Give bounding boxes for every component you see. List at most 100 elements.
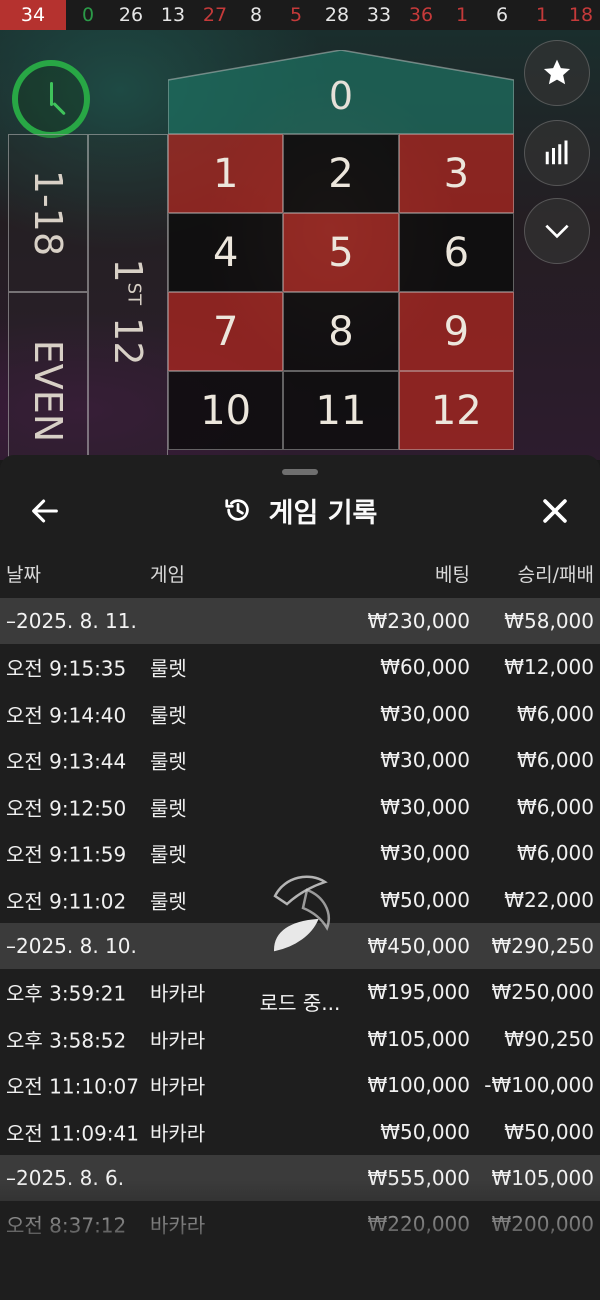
sheet-header: 게임 기록: [0, 480, 600, 540]
row-win-loss: ₩6,000: [516, 794, 594, 819]
bet-even[interactable]: EVEN: [8, 292, 88, 460]
statistics-button[interactable]: [524, 120, 590, 186]
row-win-loss: ₩12,000: [504, 655, 594, 680]
row-win-loss: -₩100,000: [484, 1073, 594, 1098]
row-win-loss: ₩200,000: [491, 1212, 594, 1237]
number-cell-1[interactable]: 1: [168, 134, 284, 213]
row-bet: ₩30,000: [380, 701, 470, 726]
row-bet: ₩30,000: [380, 841, 470, 866]
bet-1-18[interactable]: 1-18: [8, 134, 88, 292]
number-cell-6[interactable]: 6: [398, 213, 514, 292]
row-bet: ₩30,000: [380, 748, 470, 773]
row-time: 오전 9:12:50: [6, 796, 127, 821]
row-time: 오전 9:15:35: [6, 656, 127, 681]
row-win-loss: ₩250,000: [491, 980, 594, 1005]
zero-cell[interactable]: 0: [168, 50, 514, 134]
bet-1st-12[interactable]: 1ST 12: [88, 134, 168, 460]
group-bet-total: ₩230,000: [367, 609, 470, 633]
loading-text: 로드 중...: [259, 991, 341, 1015]
group-bet-total: ₩450,000: [367, 934, 470, 958]
zero-label: 0: [328, 74, 354, 118]
row-time: 오전 11:10:07: [6, 1074, 139, 1099]
row-game: 룰렛: [150, 889, 187, 914]
result-history-strip: 34 0 26 13 27 8 5 28 33 36 1 6 1 18: [0, 0, 600, 30]
history-row[interactable]: 오전 8:37:12 바카라 ₩220,000 ₩200,000: [0, 1201, 600, 1248]
row-bet: ₩195,000: [367, 980, 470, 1005]
row-time: 오전 9:11:02: [6, 889, 127, 914]
back-button[interactable]: [28, 494, 62, 528]
number-cell-11[interactable]: 11: [283, 371, 399, 450]
number-cell-4[interactable]: 4: [168, 213, 284, 292]
collapse-button[interactable]: [524, 198, 590, 264]
column-header-bet: 베팅: [435, 564, 470, 586]
stats-icon: [545, 140, 568, 165]
group-win-total: ₩290,250: [491, 934, 594, 958]
row-win-loss: ₩22,000: [504, 887, 594, 912]
bet-1-18-label: 1-18: [26, 169, 70, 257]
group-date: –2025. 8. 6.: [6, 1166, 125, 1190]
row-time: 오전 11:09:41: [6, 1121, 139, 1146]
history-result: 28: [324, 4, 350, 26]
bet-even-label: EVEN: [26, 339, 70, 443]
history-result: 8: [249, 4, 263, 26]
sheet-drag-handle[interactable]: [282, 469, 318, 475]
number-cell-2[interactable]: 2: [283, 134, 399, 213]
history-result: 18: [568, 4, 594, 26]
row-time: 오후 3:58:52: [6, 1028, 127, 1053]
row-game: 룰렛: [150, 703, 187, 728]
history-result-current: 34: [0, 0, 66, 30]
group-date: –2025. 8. 10.: [6, 934, 137, 958]
row-win-loss: ₩90,250: [504, 1026, 594, 1051]
history-result: 1: [455, 4, 469, 26]
row-bet: ₩105,000: [367, 1026, 470, 1051]
number-cell-8[interactable]: 8: [283, 292, 399, 371]
history-result: 27: [202, 4, 228, 26]
number-cell-3[interactable]: 3: [398, 134, 514, 213]
row-time: 오전 9:13:44: [6, 749, 127, 774]
row-game: 룰렛: [150, 749, 187, 774]
row-game: 바카라: [150, 981, 206, 1006]
number-cell-5[interactable]: 5: [283, 213, 399, 292]
row-game: 룰렛: [150, 842, 187, 867]
row-time: 오전 9:14:40: [6, 703, 127, 728]
loading-spinner-icon: [255, 868, 345, 958]
history-result: 1: [535, 4, 549, 26]
date-group-header[interactable]: –2025. 8. 6. ₩555,000 ₩105,000: [0, 1155, 600, 1201]
row-bet: ₩100,000: [367, 1073, 470, 1098]
row-bet: ₩50,000: [380, 1119, 470, 1144]
close-button[interactable]: [538, 494, 572, 528]
column-header-game: 게임: [150, 564, 185, 586]
sheet-title: 게임 기록: [268, 497, 378, 529]
history-result: 33: [366, 4, 392, 26]
history-row[interactable]: 오전 9:12:50 룰렛 ₩30,000 ₩6,000: [0, 784, 600, 831]
number-cell-10[interactable]: 10: [168, 371, 284, 450]
history-row[interactable]: 오전 9:13:44 룰렛 ₩30,000 ₩6,000: [0, 737, 600, 784]
history-result: 26: [118, 4, 144, 26]
close-icon: [543, 499, 567, 523]
history-row[interactable]: 오전 11:10:07 바카라 ₩100,000 -₩100,000: [0, 1062, 600, 1109]
history-row[interactable]: 오전 9:15:35 룰렛 ₩60,000 ₩12,000: [0, 644, 600, 691]
group-win-total: ₩105,000: [491, 1166, 594, 1190]
row-game: 바카라: [150, 1121, 206, 1146]
history-result: 6: [495, 4, 509, 26]
favorites-button[interactable]: [524, 40, 590, 106]
group-date: –2025. 8. 11.: [6, 609, 137, 633]
number-cell-7[interactable]: 7: [168, 292, 284, 371]
history-row[interactable]: 오전 9:14:40 룰렛 ₩30,000 ₩6,000: [0, 691, 600, 738]
row-time: 오전 8:37:12: [6, 1213, 127, 1238]
history-result: 36: [408, 4, 434, 26]
history-result: 5: [289, 4, 303, 26]
group-bet-total: ₩555,000: [367, 1166, 470, 1190]
history-result: 13: [160, 4, 186, 26]
history-row[interactable]: 오전 11:09:41 바카라 ₩50,000 ₩50,000: [0, 1109, 600, 1156]
roulette-board: 0 1-18 EVEN 1ST 12 1 2 3 4 5 6 7 8 9 10 11 12: [8, 50, 514, 460]
number-cell-9[interactable]: 9: [398, 292, 514, 371]
row-bet: ₩50,000: [380, 887, 470, 912]
chevron-down-icon: [545, 224, 569, 239]
date-group-header[interactable]: –2025. 8. 11. ₩230,000 ₩58,000: [0, 598, 600, 644]
row-game: 바카라: [150, 1213, 206, 1238]
history-row[interactable]: 오후 3:58:52 바카라 ₩105,000 ₩90,250: [0, 1016, 600, 1063]
star-icon: [543, 59, 571, 85]
number-cell-12[interactable]: 12: [398, 371, 514, 450]
row-time: 오후 3:59:21: [6, 981, 127, 1006]
